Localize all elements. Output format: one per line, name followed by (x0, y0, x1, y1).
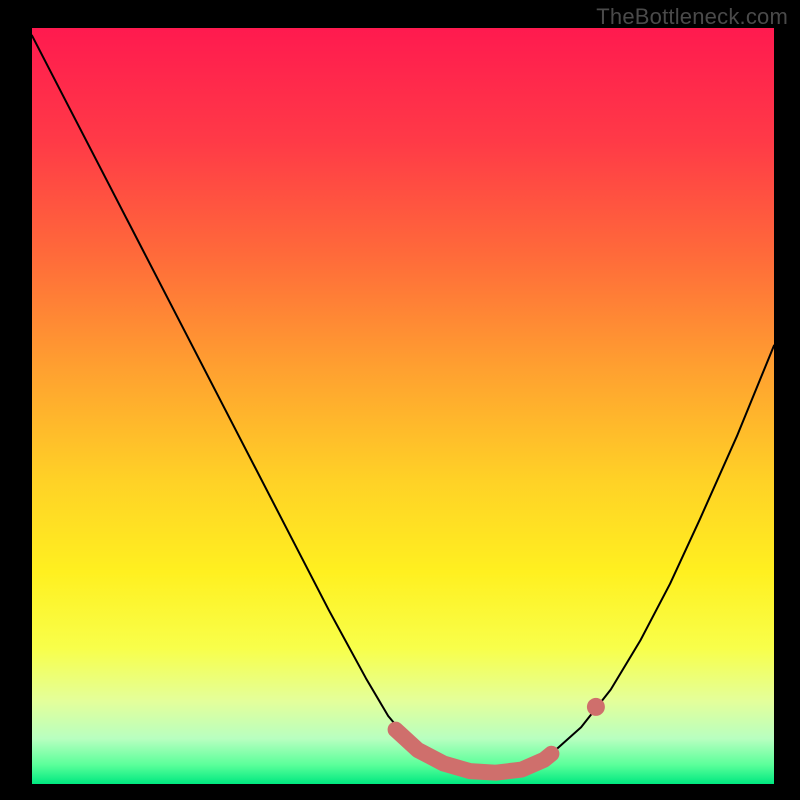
bottleneck-chart (0, 0, 800, 800)
watermark-text: TheBottleneck.com (596, 4, 788, 30)
marker-dot (587, 698, 605, 716)
plot-background (32, 28, 774, 784)
chart-frame: TheBottleneck.com (0, 0, 800, 800)
